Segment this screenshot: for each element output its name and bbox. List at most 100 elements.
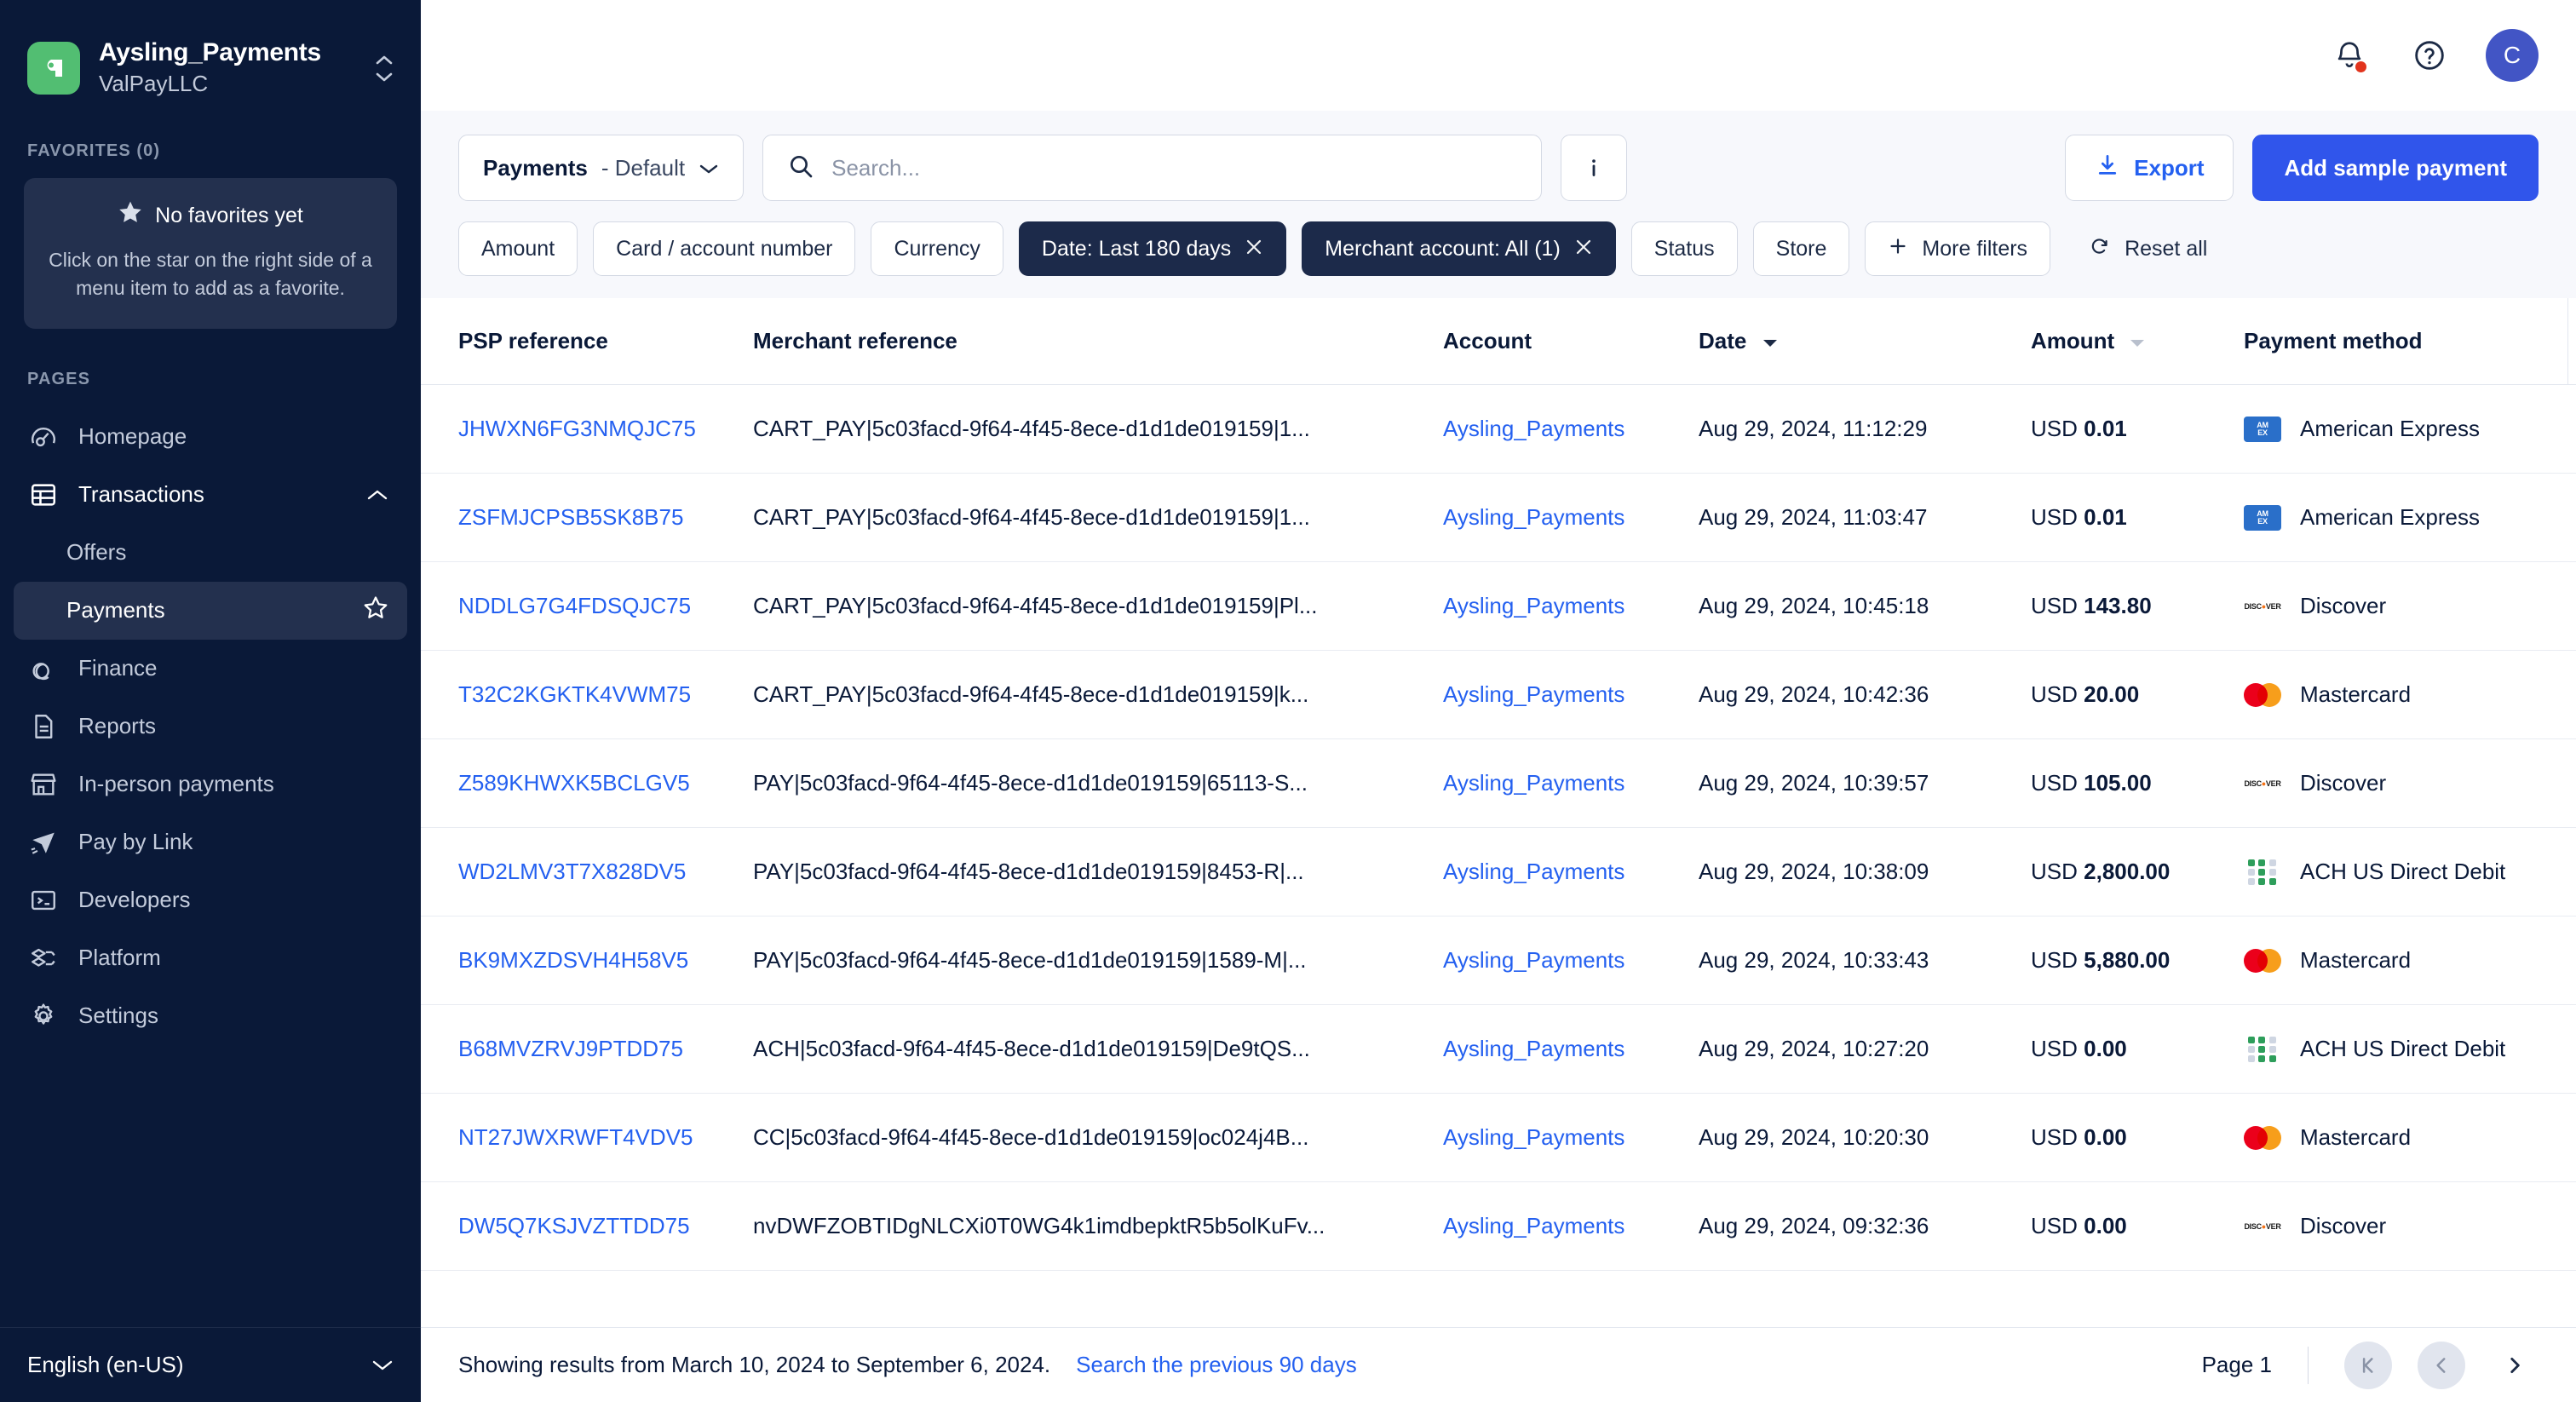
cell-psp-reference[interactable]: Z589KHWXK5BCLGV5 [421, 738, 753, 828]
cell-psp-reference[interactable]: JHWXN6FG3NMQJC75 [421, 384, 753, 474]
reset-all-button[interactable]: Reset all [2066, 221, 2230, 276]
results-range-text: Showing results from March 10, 2024 to S… [458, 1352, 1051, 1377]
sidebar-item-finance[interactable]: Finance [14, 640, 407, 698]
close-icon[interactable] [1245, 238, 1263, 261]
table-row[interactable]: WD2LMV3T7X828DV5 PAY|5c03facd-9f64-4f45-8… [421, 827, 2576, 916]
avatar[interactable]: C [2486, 29, 2539, 82]
column-header-payment-method[interactable]: Payment method [2244, 298, 2567, 385]
brand-header[interactable]: Aysling_Payments ValPayLLC [0, 0, 421, 111]
table-row[interactable]: NDDLG7G4FDSQJC75 CART_PAY|5c03facd-9f64-4… [421, 561, 2576, 651]
cell-amount: USD 5,880.00 [2031, 916, 2244, 1005]
cell-account[interactable]: Aysling_Payments [1443, 1181, 1699, 1271]
sidebar-item-transactions[interactable]: Transactions [14, 466, 407, 524]
cell-psp-reference[interactable]: NDDLG7G4FDSQJC75 [421, 561, 753, 651]
psp-reference-link[interactable]: NDDLG7G4FDSQJC75 [458, 593, 691, 618]
psp-reference-link[interactable]: Z589KHWXK5BCLGV5 [458, 770, 690, 796]
filter-chip-amount[interactable]: Amount [458, 221, 578, 276]
next-page-button[interactable] [2491, 1342, 2539, 1389]
psp-reference-link[interactable]: ZSFMJCPSB5SK8B75 [458, 504, 683, 530]
psp-reference-link[interactable]: T32C2KGKTK4VWM75 [458, 681, 691, 707]
cell-account[interactable]: Aysling_Payments [1443, 1093, 1699, 1182]
psp-reference-link[interactable]: BK9MXZDSVH4H58V5 [458, 947, 688, 973]
cell-psp-reference[interactable]: NT27JWXRWFT4VDV5 [421, 1093, 753, 1182]
filter-chip-store[interactable]: Store [1752, 221, 1850, 276]
column-header-merchant-reference[interactable]: Merchant reference [753, 298, 1443, 385]
cell-account[interactable]: Aysling_Payments [1443, 738, 1699, 828]
account-link[interactable]: Aysling_Payments [1443, 593, 1624, 618]
table-row[interactable]: Z589KHWXK5BCLGV5 PAY|5c03facd-9f64-4f45-8… [421, 738, 2576, 828]
table-settings-button[interactable] [2567, 298, 2576, 385]
table-row[interactable]: ZSFMJCPSB5SK8B75 CART_PAY|5c03facd-9f64-4… [421, 473, 2576, 562]
sidebar-item-developers[interactable]: Developers [14, 871, 407, 929]
sidebar-item-pay-by-link[interactable]: Pay by Link [14, 813, 407, 871]
account-link[interactable]: Aysling_Payments [1443, 1213, 1624, 1238]
column-header-amount-label: Amount [2031, 328, 2115, 353]
export-button[interactable]: Export [2065, 135, 2234, 201]
search-previous-days-link[interactable]: Search the previous 90 days [1076, 1352, 1357, 1378]
cell-account[interactable]: Aysling_Payments [1443, 916, 1699, 1005]
filter-chip-date[interactable]: Date: Last 180 days [1018, 221, 1287, 276]
sidebar-item-reports[interactable]: Reports [14, 698, 407, 756]
more-filters-button[interactable]: More filters [1865, 221, 2051, 276]
filter-chip-status[interactable]: Status [1630, 221, 1738, 276]
cell-account[interactable]: Aysling_Payments [1443, 650, 1699, 739]
close-icon[interactable] [1574, 238, 1593, 261]
view-selector[interactable]: Payments - Default [458, 135, 745, 201]
cell-account[interactable]: Aysling_Payments [1443, 384, 1699, 474]
account-link[interactable]: Aysling_Payments [1443, 416, 1624, 441]
column-header-account[interactable]: Account [1443, 298, 1699, 385]
help-icon[interactable] [2406, 32, 2453, 79]
filter-chip-currency[interactable]: Currency [871, 221, 1003, 276]
cell-account[interactable]: Aysling_Payments [1443, 1004, 1699, 1094]
table-row[interactable]: NT27JWXRWFT4VDV5 CC|5c03facd-9f64-4f45-8e… [421, 1093, 2576, 1182]
psp-reference-link[interactable]: NT27JWXRWFT4VDV5 [458, 1124, 693, 1150]
cell-account[interactable]: Aysling_Payments [1443, 473, 1699, 562]
table-row[interactable]: JHWXN6FG3NMQJC75 CART_PAY|5c03facd-9f64-4… [421, 384, 2576, 474]
sidebar-item-homepage[interactable]: Homepage [14, 408, 407, 466]
column-header-psp-reference[interactable]: PSP reference [421, 298, 753, 385]
column-header-date[interactable]: Date [1699, 298, 2031, 385]
account-switcher-icon[interactable] [370, 55, 399, 82]
chevron-up-icon[interactable] [366, 481, 394, 508]
account-link[interactable]: Aysling_Payments [1443, 1124, 1624, 1150]
column-header-amount[interactable]: Amount [2031, 298, 2244, 385]
sidebar-item-in-person-payments[interactable]: In-person payments [14, 756, 407, 813]
notifications-bell-icon[interactable] [2326, 32, 2373, 79]
favorite-star-icon[interactable] [363, 595, 394, 626]
add-sample-payment-button[interactable]: Add sample payment [2252, 135, 2539, 201]
psp-reference-link[interactable]: B68MVZRVJ9PTDD75 [458, 1036, 683, 1061]
cell-psp-reference[interactable]: WD2LMV3T7X828DV5 [421, 827, 753, 916]
info-button[interactable] [1561, 135, 1628, 201]
cell-psp-reference[interactable]: T32C2KGKTK4VWM75 [421, 650, 753, 739]
account-link[interactable]: Aysling_Payments [1443, 1036, 1624, 1061]
psp-reference-link[interactable]: WD2LMV3T7X828DV5 [458, 859, 686, 884]
psp-reference-link[interactable]: DW5Q7KSJVZTTDD75 [458, 1213, 690, 1238]
cell-psp-reference[interactable]: BK9MXZDSVH4H58V5 [421, 916, 753, 1005]
account-link[interactable]: Aysling_Payments [1443, 770, 1624, 796]
previous-page-button[interactable] [2418, 1341, 2465, 1389]
psp-reference-link[interactable]: JHWXN6FG3NMQJC75 [458, 416, 696, 441]
cell-psp-reference[interactable]: DW5Q7KSJVZTTDD75 [421, 1181, 753, 1271]
account-link[interactable]: Aysling_Payments [1443, 859, 1624, 884]
account-link[interactable]: Aysling_Payments [1443, 947, 1624, 973]
search-input[interactable] [831, 154, 1518, 181]
cell-account[interactable]: Aysling_Payments [1443, 827, 1699, 916]
table-row[interactable]: B68MVZRVJ9PTDD75 ACH|5c03facd-9f64-4f45-8… [421, 1004, 2576, 1094]
sidebar-item-platform[interactable]: Platform [14, 929, 407, 987]
sidebar-item-settings[interactable]: Settings [14, 987, 407, 1045]
account-link[interactable]: Aysling_Payments [1443, 681, 1624, 707]
table-row[interactable]: BK9MXZDSVH4H58V5 PAY|5c03facd-9f64-4f45-8… [421, 916, 2576, 1005]
search-field-wrapper[interactable] [762, 135, 1543, 201]
sidebar-item-offers[interactable]: Offers [14, 524, 407, 582]
table-row[interactable]: DW5Q7KSJVZTTDD75 nvDWFZOBTIDgNLCXi0T0WG4k… [421, 1181, 2576, 1271]
account-link[interactable]: Aysling_Payments [1443, 504, 1624, 530]
cell-psp-reference[interactable]: ZSFMJCPSB5SK8B75 [421, 473, 753, 562]
filter-chip-card-account-number[interactable]: Card / account number [593, 221, 856, 276]
first-page-button[interactable] [2344, 1341, 2392, 1389]
filter-chip-merchant-account[interactable]: Merchant account: All (1) [1302, 221, 1616, 276]
table-row[interactable]: T32C2KGKTK4VWM75 CART_PAY|5c03facd-9f64-4… [421, 650, 2576, 739]
language-selector[interactable]: English (en-US) [0, 1327, 421, 1402]
cell-psp-reference[interactable]: B68MVZRVJ9PTDD75 [421, 1004, 753, 1094]
sidebar-item-payments[interactable]: Payments [14, 581, 407, 640]
cell-account[interactable]: Aysling_Payments [1443, 561, 1699, 651]
